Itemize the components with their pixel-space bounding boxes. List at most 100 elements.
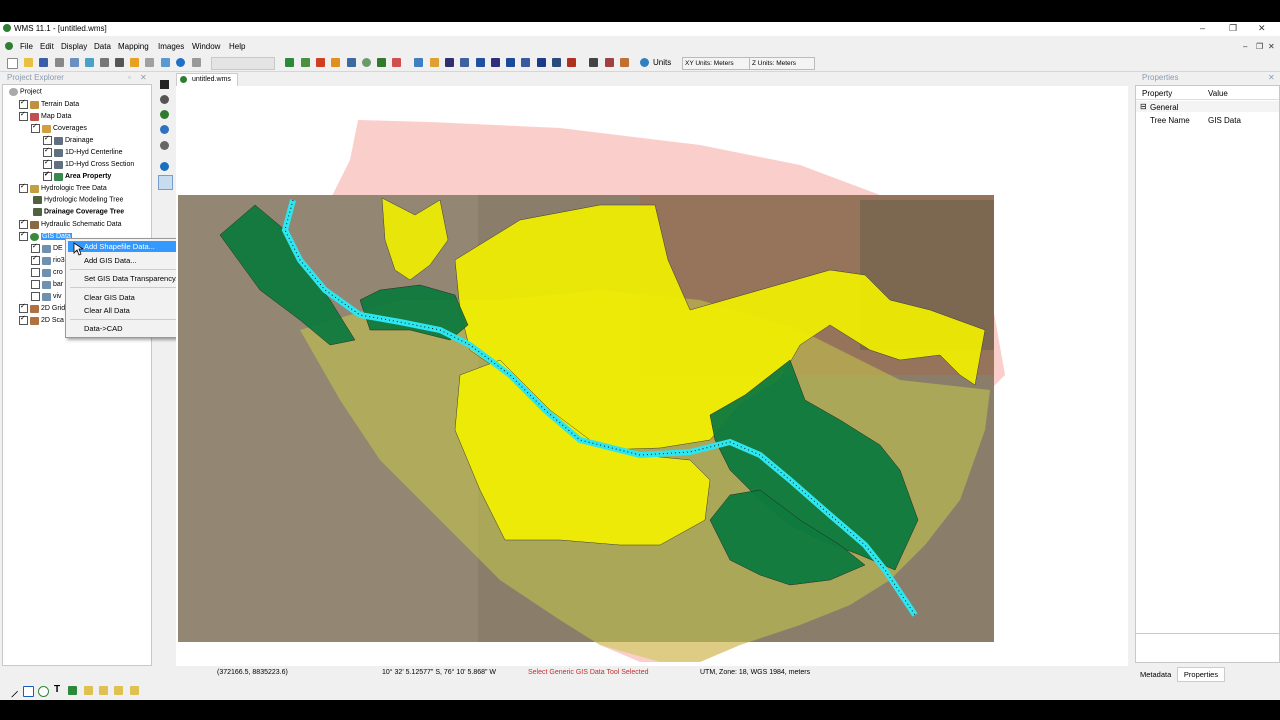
tree-item-1d-hyd-centerline[interactable]: 1D-Hyd Centerline [43, 146, 123, 159]
arc-icon[interactable] [347, 58, 356, 67]
frame-view-icon[interactable] [160, 141, 169, 150]
checkbox[interactable] [31, 280, 40, 289]
save-icon[interactable] [39, 58, 48, 67]
tool-n-icon[interactable] [620, 58, 629, 67]
minimize-button[interactable]: – [1200, 23, 1205, 33]
tool-j-icon[interactable] [552, 58, 561, 67]
property-group-general[interactable]: ⊟ General [1136, 101, 1279, 112]
tree-item-drainage[interactable]: Drainage [43, 134, 93, 147]
tree-item-terrain-data[interactable]: Terrain Data [19, 98, 79, 111]
display-icon[interactable] [115, 58, 124, 67]
tool-k-icon[interactable] [567, 58, 576, 67]
checkbox[interactable] [43, 170, 52, 181]
tool-l-icon[interactable] [589, 58, 598, 67]
oval-tool-icon[interactable] [38, 686, 49, 697]
line-tool-icon[interactable] [4, 684, 19, 698]
tree-item-1d-hyd-cross-section[interactable]: 1D-Hyd Cross Section [43, 158, 134, 171]
frame-icon[interactable] [85, 58, 94, 67]
print-icon[interactable] [55, 58, 64, 67]
tree-item-coverages[interactable]: Coverages [31, 122, 87, 135]
maximize-button[interactable]: ❐ [1229, 23, 1237, 34]
document-tab[interactable]: untitled.wms [176, 73, 238, 86]
grid-icon[interactable] [377, 58, 386, 67]
tree-item-gis-layer[interactable]: rio3 [31, 254, 65, 267]
zoom-icon[interactable] [100, 58, 109, 67]
tab-properties[interactable]: Properties [1177, 667, 1225, 682]
tab-metadata[interactable]: Metadata [1140, 670, 1171, 679]
menu-item-clear-all-data[interactable]: Clear All Data [84, 306, 130, 315]
tree-item-hydraulic-schematic-data[interactable]: Hydraulic Schematic Data [19, 218, 122, 231]
checkbox[interactable] [19, 110, 28, 121]
checkbox[interactable] [31, 292, 40, 301]
tree-item-gis-data[interactable]: GIS Data [19, 230, 72, 243]
tool-b-icon[interactable] [430, 58, 439, 67]
delete-icon[interactable] [192, 58, 201, 67]
tool-e-icon[interactable] [476, 58, 485, 67]
mdi-close-button[interactable]: ✕ [1268, 42, 1275, 51]
menu-file[interactable]: File [20, 42, 33, 51]
select-gis-tool-icon[interactable] [158, 175, 173, 190]
raster-icon[interactable] [392, 58, 401, 67]
text-tool-icon[interactable]: T [54, 684, 60, 695]
units-button[interactable]: Units [653, 58, 671, 67]
tool-c-icon[interactable] [445, 58, 454, 67]
checkbox[interactable] [43, 146, 52, 157]
panel-close-icon[interactable]: ✕ [140, 73, 147, 82]
checkbox[interactable] [31, 268, 40, 277]
feature-icon[interactable] [301, 58, 310, 67]
checkbox[interactable] [19, 182, 28, 193]
tree-item-hydrologic-modeling-tree[interactable]: Hydrologic Modeling Tree [31, 196, 123, 207]
z-units-display[interactable]: Z Units: Meters [749, 57, 815, 70]
polygon-icon[interactable] [362, 58, 371, 67]
tool-a-icon[interactable] [414, 58, 423, 67]
rectangle-tool-icon[interactable] [23, 686, 34, 697]
map-canvas[interactable] [176, 86, 1128, 666]
tree-item-gis-layer[interactable]: bar [31, 280, 63, 291]
menu-data[interactable]: Data [94, 42, 111, 51]
info-icon[interactable] [160, 162, 169, 171]
close-button[interactable]: ✕ [1258, 23, 1266, 34]
rotate-icon[interactable] [160, 110, 169, 119]
menu-images[interactable]: Images [158, 42, 184, 51]
graphics-window[interactable] [176, 86, 1128, 666]
tree-item-area-property[interactable]: Area Property [43, 170, 111, 183]
help-icon[interactable] [176, 58, 185, 67]
menu-item-add-shapefile[interactable]: Add Shapefile Data... [84, 242, 155, 251]
image-tool-icon[interactable] [68, 686, 77, 695]
menu-window[interactable]: Window [192, 42, 220, 51]
checkbox[interactable] [31, 254, 40, 265]
property-row[interactable]: Tree Name GIS Data [1136, 114, 1279, 125]
select-icon[interactable] [285, 58, 294, 67]
tool-d2-icon[interactable] [130, 686, 139, 695]
menu-item-clear-gis-data[interactable]: Clear GIS Data [84, 293, 135, 302]
xy-units-display[interactable]: XY Units: Meters [682, 57, 750, 70]
tool-d-icon[interactable] [460, 58, 469, 67]
layers-icon[interactable] [130, 58, 139, 67]
options-icon[interactable] [145, 58, 154, 67]
mdi-minimize-button[interactable]: – [1243, 42, 1247, 51]
collapse-icon[interactable]: ⊟ [1140, 102, 1147, 111]
vertex-icon[interactable] [331, 58, 340, 67]
menu-item-add-gis-data[interactable]: Add GIS Data... [84, 256, 137, 265]
checkbox[interactable] [43, 158, 52, 169]
checkbox[interactable] [31, 122, 40, 133]
new-icon[interactable] [7, 58, 18, 69]
checkbox[interactable] [19, 98, 28, 109]
tree-item-2d-scatter[interactable]: 2D Sca [19, 314, 64, 327]
globe-icon[interactable] [70, 58, 79, 67]
tool-f-icon[interactable] [491, 58, 500, 67]
tool-a2-icon[interactable] [84, 686, 93, 695]
properties-close-icon[interactable]: ✕ [1268, 73, 1275, 82]
tool-g-icon[interactable] [506, 58, 515, 67]
open-icon[interactable] [24, 58, 33, 67]
checkbox[interactable] [19, 314, 28, 325]
pan-icon[interactable] [160, 80, 169, 89]
checkbox[interactable] [19, 230, 28, 241]
menu-mapping[interactable]: Mapping [118, 42, 149, 51]
checkbox[interactable] [19, 218, 28, 229]
tool-m-icon[interactable] [605, 58, 614, 67]
pin-icon[interactable]: ▫ [128, 73, 131, 82]
refresh-icon[interactable] [161, 58, 170, 67]
tree-item-gis-layer[interactable]: cro [31, 268, 63, 279]
tool-h-icon[interactable] [521, 58, 530, 67]
